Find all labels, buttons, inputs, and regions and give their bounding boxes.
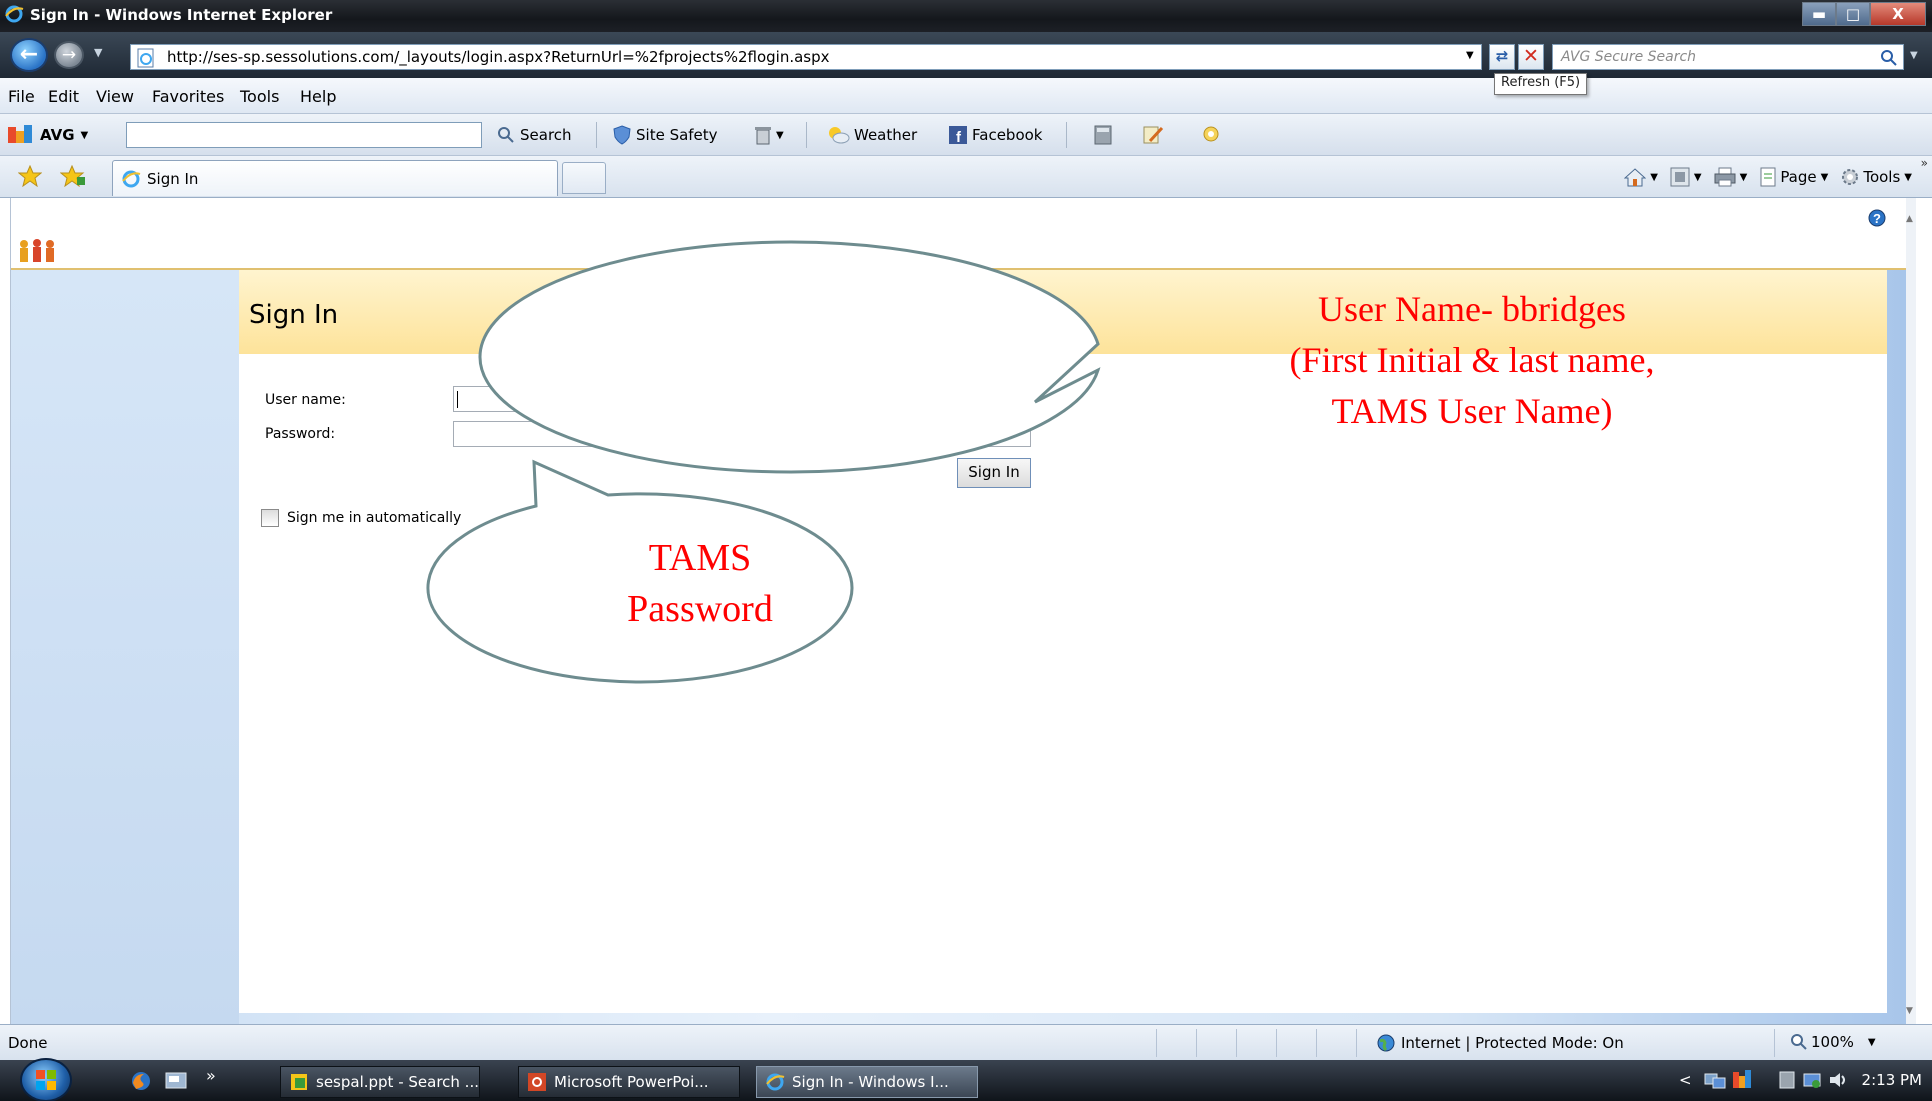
callout-bubbles (426, 240, 1101, 684)
username-callout-line1: User Name- bbridges (1318, 289, 1626, 329)
username-callout-bubble (478, 240, 1101, 474)
password-callout-line2: Password (627, 588, 773, 630)
username-callout-text: User Name- bbridges (First Initial & las… (1182, 284, 1762, 437)
refresh-tooltip: Refresh (F5) (1494, 73, 1588, 95)
username-callout-line3: TAMS User Name) (1331, 391, 1613, 431)
username-callout-line2: (First Initial & last name, (1289, 340, 1655, 380)
password-callout-text: TAMS Password (540, 533, 860, 635)
password-callout-line1: TAMS (648, 537, 752, 579)
